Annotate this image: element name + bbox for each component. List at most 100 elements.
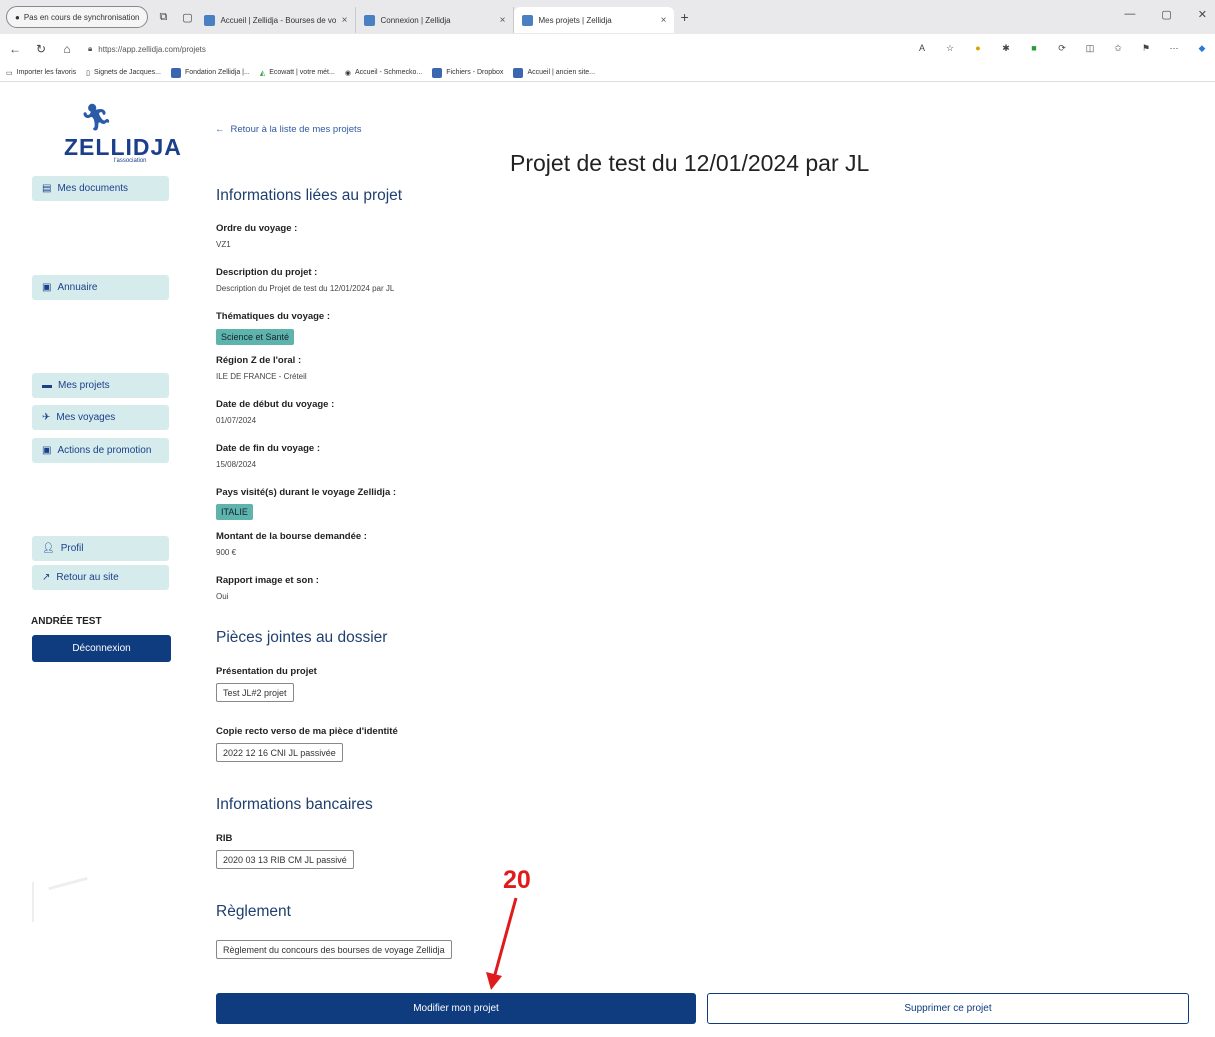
divider <box>48 876 88 891</box>
tab-label: Connexion | Zellidja <box>380 15 451 25</box>
close-icon[interactable]: × <box>342 15 348 26</box>
section-heading-bank: Informations bancaires <box>216 796 373 813</box>
sidebar-item-label: Mes voyages <box>56 412 116 423</box>
bookmark-item[interactable]: Fondation Zellidja |... <box>170 67 250 78</box>
section-heading-info: Informations liées au projet <box>216 187 403 204</box>
documents-icon: ▤ <box>42 183 52 194</box>
sidebar-item-profil[interactable]: 👤︎ Profil <box>32 536 169 561</box>
browser-tab-bar: ● Pas en cours de synchronisation ⧉ ▢ Ac… <box>0 0 1215 34</box>
browser-tab-accueil[interactable]: Accueil | Zellidja - Bourses de vo × <box>196 7 357 33</box>
field-label-presentation: Présentation du projet <box>216 666 317 677</box>
more-icon[interactable]: ⋯ <box>1167 41 1181 55</box>
delete-project-button[interactable]: Supprimer ce projet <box>707 993 1189 1024</box>
bookmark-favicon-icon <box>513 67 524 78</box>
tab-label: Accueil | Zellidja - Bourses de vo <box>220 15 337 25</box>
logo-text: ZELLIDJA <box>64 134 182 160</box>
zellidja-logo[interactable]: 🏃︎ ZELLIDJA l'association <box>54 102 181 172</box>
rules-file-link[interactable]: Règlement du concours des bourses de voy… <box>216 940 452 959</box>
bookmark-item[interactable]: ◉ Accueil - Schmecko... <box>345 69 422 77</box>
logout-button[interactable]: Déconnexion <box>32 635 171 662</box>
collections-icon[interactable]: ⚑ <box>1139 41 1153 55</box>
close-icon[interactable]: × <box>661 15 667 26</box>
extension-icon[interactable]: ■ <box>1027 41 1041 55</box>
browser-tab-mes-projets[interactable]: Mes projets | Zellidja × <box>514 7 675 33</box>
id-card-file-link[interactable]: 2022 12 16 CNI JL passivée <box>216 743 343 762</box>
field-value-ordre: VZ1 <box>216 240 231 249</box>
back-to-projects-link[interactable]: ← Retour à la liste de mes projets <box>215 124 361 135</box>
field-label-description: Description du projet : <box>216 267 318 278</box>
home-icon[interactable]: ⌂ <box>56 42 78 56</box>
zellidja-favicon-icon <box>204 14 216 26</box>
reload-icon[interactable]: ↻ <box>30 42 52 56</box>
copilot-icon[interactable]: ◆ <box>1195 41 1209 55</box>
lock-icon: 🔒︎ <box>88 44 93 53</box>
split-screen-icon[interactable]: ◫ <box>1083 41 1097 55</box>
bookmark-item[interactable]: Fichiers - Dropbox <box>432 67 503 78</box>
field-label-report: Rapport image et son : <box>216 575 319 586</box>
divider <box>32 882 34 922</box>
folder-icon: ▬ <box>42 380 52 391</box>
bookmark-item[interactable]: Accueil | ancien site... <box>513 67 595 78</box>
toolbar-extensions: A ☆ ● ✱ ■ ⟳ ◫ ✩ ⚑ ⋯ ◆ <box>915 41 1209 55</box>
sidebar-item-label: Mes projets <box>58 380 110 391</box>
zellidja-favicon-icon <box>522 14 534 26</box>
runner-logo-icon: 🏃︎ <box>80 102 114 132</box>
sidebar-item-promotion[interactable]: ▣ Actions de promotion <box>32 438 169 463</box>
zellidja-favicon-icon <box>364 14 376 26</box>
favorites-icon[interactable]: ✩ <box>1111 41 1125 55</box>
close-icon[interactable]: × <box>500 15 506 26</box>
sidebar-item-voyages[interactable]: ✈︎ Mes voyages <box>32 405 169 430</box>
minimize-icon[interactable]: — <box>1124 8 1135 21</box>
rib-file-link[interactable]: 2020 03 13 RIB CM JL passivé <box>216 850 354 869</box>
maximize-icon[interactable]: ▢ <box>1161 8 1171 21</box>
field-label-amount: Montant de la bourse demandée : <box>216 531 367 542</box>
tab-label: Mes projets | Zellidja <box>538 15 612 25</box>
browser-address-bar: ← ↻ ⌂ 🔒︎ https://app.zellidja.com/projet… <box>0 34 1215 64</box>
url-field[interactable]: 🔒︎ https://app.zellidja.com/projets <box>88 38 888 60</box>
field-label-themes: Thématiques du voyage : <box>216 311 331 322</box>
sidebar-item-retour-site[interactable]: ↗ Retour au site <box>32 565 169 590</box>
field-label-region: Région Z de l'oral : <box>216 355 302 366</box>
back-arrow-icon[interactable]: ← <box>4 42 26 56</box>
field-value-amount: 900 € <box>216 548 237 557</box>
presentation-file-link[interactable]: Test JL#2 projet <box>216 683 294 702</box>
book-icon: ▣ <box>42 282 52 293</box>
arrow-left-icon: ← <box>215 124 225 135</box>
sync-status-button[interactable]: ● Pas en cours de synchronisation <box>6 6 149 28</box>
sidebar-item-annuaire[interactable]: ▣ Annuaire <box>32 275 169 300</box>
sidebar-item-label: Profil <box>60 543 84 554</box>
read-aloud-icon[interactable]: A <box>915 41 929 55</box>
web-page: 🏃︎ ZELLIDJA l'association ▤ Mes document… <box>8 82 1215 1037</box>
bookmark-favicon-icon <box>170 67 181 78</box>
browser-tab-connexion[interactable]: Connexion | Zellidja × <box>356 7 515 33</box>
bookmark-item[interactable]: ◭ Ecowatt | votre mét... <box>260 69 335 77</box>
sidebar-item-label: Retour au site <box>56 572 119 583</box>
favorite-star-icon[interactable]: ☆ <box>943 41 957 55</box>
logo-subtitle: l'association <box>114 158 147 164</box>
page-title: Projet de test du 12/01/2024 par JL <box>510 150 870 176</box>
extension-icon[interactable]: ⟳ <box>1055 41 1069 55</box>
extension-icon[interactable]: ✱ <box>999 41 1013 55</box>
window-controls: — ▢ ✕ <box>1124 8 1207 21</box>
extension-icon[interactable]: ● <box>971 41 985 55</box>
plane-icon: ✈︎ <box>42 412 51 423</box>
workspaces-icon[interactable]: ⧉ <box>154 8 172 26</box>
sidebar-item-documents[interactable]: ▤ Mes documents <box>32 176 169 201</box>
field-label-countries: Pays visité(s) durant le voyage Zellidja… <box>216 487 397 498</box>
bookmark-item[interactable]: ▯ Signets de Jacques... <box>86 69 161 77</box>
country-tag: ITALIE <box>216 504 253 520</box>
new-tab-button[interactable]: + <box>680 9 688 25</box>
sidebar-item-label: Actions de promotion <box>57 445 152 456</box>
ecowatt-icon: ◭ <box>259 69 266 77</box>
schmecko-icon: ◉ <box>344 69 351 77</box>
close-window-icon[interactable]: ✕ <box>1198 8 1207 21</box>
bookmark-item[interactable]: ▭ Importer les favoris <box>6 69 76 77</box>
tab-actions-icon[interactable]: ▢ <box>178 8 196 26</box>
field-value-end-date: 15/08/2024 <box>216 460 257 469</box>
sidebar-item-projets[interactable]: ▬ Mes projets <box>32 373 169 398</box>
annotation-number: 20 <box>503 866 531 894</box>
field-label-start-date: Date de début du voyage : <box>216 399 335 410</box>
edit-project-button[interactable]: Modifier mon projet <box>216 993 696 1024</box>
field-value-description: Description du Projet de test du 12/01/2… <box>216 284 395 293</box>
section-heading-attachments: Pièces jointes au dossier <box>216 629 388 646</box>
